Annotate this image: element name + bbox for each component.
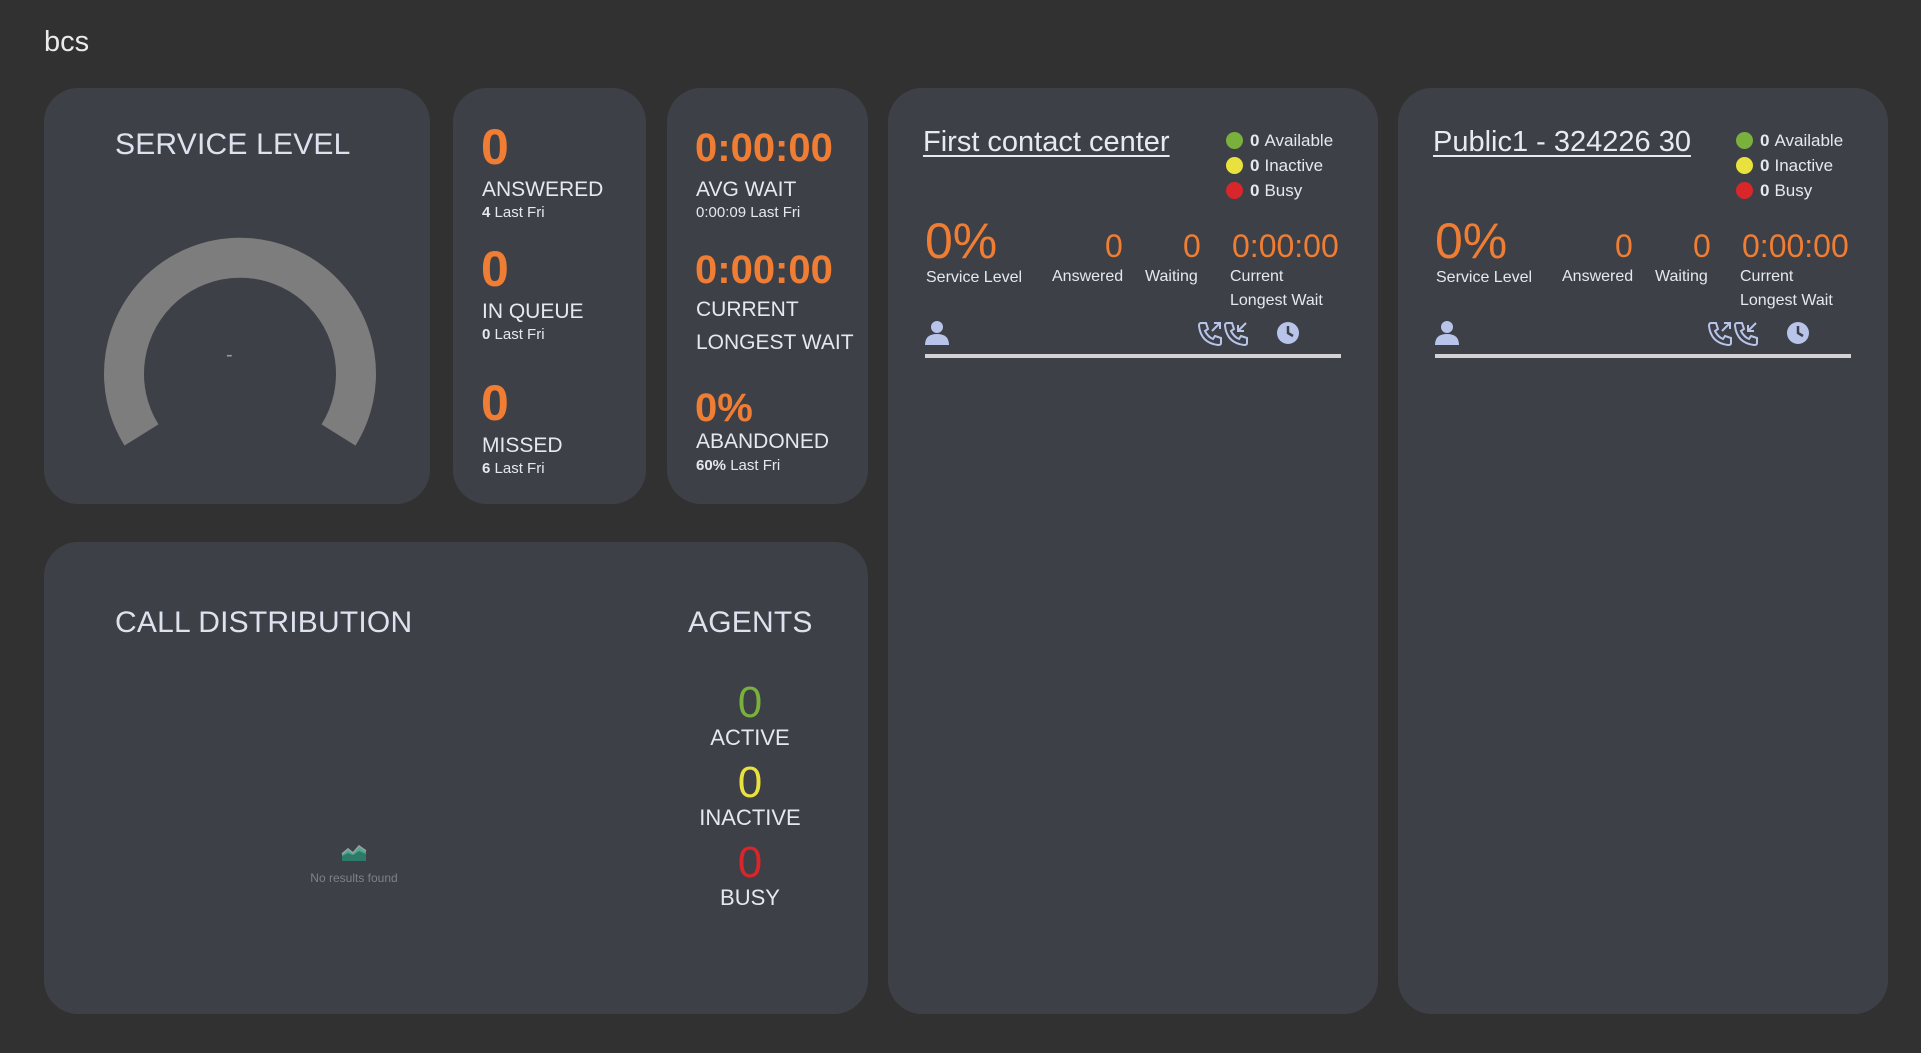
queue-answered-label: Answered [1562, 268, 1634, 285]
longest-wait-label-line2: LONGEST WAIT [696, 331, 854, 354]
queue-service-level-value: 0% [925, 213, 998, 269]
answered-label: ANSWERED [482, 178, 604, 201]
service-level-value: - [226, 344, 233, 366]
queue-legend: 0 Available 0 Inactive 0 Busy [1736, 128, 1843, 203]
inactive-dot [1736, 157, 1753, 174]
legend-busy: 0 Busy [1736, 178, 1843, 203]
agents-busy-label: BUSY [720, 885, 780, 910]
incoming-call-icon [1733, 322, 1758, 346]
available-dot [1736, 132, 1753, 149]
queue-card: First contact center 0 Available 0 Inactiv… [888, 88, 1378, 1014]
queue-column-icons [1435, 320, 1851, 350]
wait-stats-card: 0:00:00 AVG WAIT 0:00:09 Last Fri 0:00:0… [667, 88, 868, 504]
legend-busy: 0 Busy [1226, 178, 1333, 203]
avg-wait-label: AVG WAIT [696, 178, 797, 201]
answered-value: 0 [481, 119, 509, 175]
queue-service-level-value: 0% [1435, 213, 1508, 269]
queue-longest-wait-value: 0:00:00 [1742, 228, 1849, 264]
queue-divider [1435, 354, 1851, 358]
agents-inactive-value: 0 [737, 758, 763, 807]
abandoned-last: 60% Last Fri [696, 457, 781, 474]
abandoned-label: ABANDONED [696, 430, 830, 453]
queue-answered-value: 0 [1105, 228, 1123, 264]
in-queue-value: 0 [481, 241, 509, 297]
queue-service-level-label: Service Level [926, 269, 1023, 286]
service-level-title: SERVICE LEVEL [115, 128, 351, 161]
queue-longest-wait-label1: Current [1740, 268, 1794, 285]
longest-wait-value: 0:00:00 [695, 248, 833, 292]
avg-wait-value: 0:00:00 [695, 126, 833, 170]
queue-legend: 0 Available 0 Inactive 0 Busy [1226, 128, 1333, 203]
busy-dot [1736, 182, 1753, 199]
longest-wait-label-line1: CURRENT [696, 298, 799, 321]
area-chart-icon [341, 844, 367, 861]
inactive-dot [1226, 157, 1243, 174]
outgoing-call-icon [1197, 322, 1222, 346]
legend-available: 0 Available [1226, 128, 1333, 153]
outgoing-call-icon [1707, 322, 1732, 346]
person-icon [925, 321, 949, 345]
call-distribution-card: CALL DISTRIBUTION No results found AGENT… [44, 542, 868, 1014]
incoming-call-icon [1223, 322, 1248, 346]
queue-answered-label: Answered [1052, 268, 1124, 285]
answered-last: 4 Last Fri [482, 204, 545, 221]
agents-busy-value: 0 [737, 838, 763, 887]
busy-dot [1226, 182, 1243, 199]
available-dot [1226, 132, 1243, 149]
legend-available: 0 Available [1736, 128, 1843, 153]
queue-name-link[interactable]: First contact center [923, 126, 1170, 159]
legend-inactive: 0 Inactive [1226, 153, 1333, 178]
avg-wait-last: 0:00:09 Last Fri [696, 204, 801, 221]
clock-icon [1787, 322, 1809, 344]
queue-waiting-value: 0 [1183, 228, 1201, 264]
queue-longest-wait-label2: Longest Wait [1230, 292, 1323, 309]
in-queue-label: IN QUEUE [482, 300, 584, 323]
queue-waiting-value: 0 [1693, 228, 1711, 264]
abandoned-value: 0% [695, 386, 753, 430]
queue-answered-value: 0 [1615, 228, 1633, 264]
in-queue-last: 0 Last Fri [482, 326, 545, 343]
page-title: bcs [44, 26, 90, 58]
queue-waiting-label: Waiting [1655, 268, 1708, 285]
person-icon [1435, 321, 1459, 345]
call-distribution-title: CALL DISTRIBUTION [115, 606, 413, 639]
queue-service-level-label: Service Level [1436, 269, 1533, 286]
missed-value: 0 [481, 375, 509, 431]
missed-label: MISSED [482, 434, 563, 457]
service-level-card: SERVICE LEVEL - [44, 88, 430, 504]
queue-longest-wait-label2: Longest Wait [1740, 292, 1833, 309]
agents-active-value: 0 [737, 678, 763, 727]
queue-divider [925, 354, 1341, 358]
queue-name-link[interactable]: Public1 - 324226 30 [1433, 126, 1691, 159]
agents-inactive-label: INACTIVE [699, 805, 801, 830]
legend-inactive: 0 Inactive [1736, 153, 1843, 178]
queue-column-icons [925, 320, 1341, 350]
missed-last: 6 Last Fri [482, 460, 545, 477]
no-results: No results found [299, 842, 409, 885]
service-level-gauge [104, 237, 376, 446]
queue-longest-wait-value: 0:00:00 [1232, 228, 1339, 264]
no-results-text: No results found [310, 871, 398, 885]
agents-active-label: ACTIVE [710, 725, 790, 750]
queue-waiting-label: Waiting [1145, 268, 1198, 285]
agents-title: AGENTS [688, 606, 813, 639]
queue-longest-wait-label1: Current [1230, 268, 1284, 285]
call-stats-card: 0 ANSWERED 4 Last Fri 0 IN QUEUE 0 Last … [453, 88, 646, 504]
queue-card: Public1 - 324226 30 0 Available 0 Inactive… [1398, 88, 1888, 1014]
clock-icon [1277, 322, 1299, 344]
